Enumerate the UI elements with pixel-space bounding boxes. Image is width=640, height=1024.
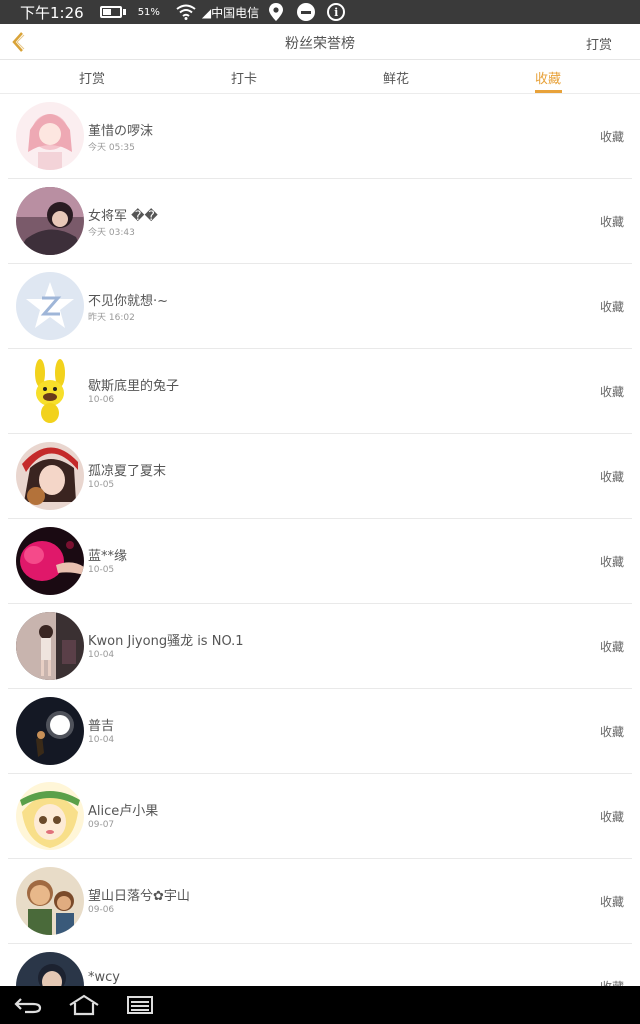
fan-name: 望山日落兮✿宇山 (88, 889, 190, 904)
fan-time: 10-05 (88, 565, 115, 575)
page-title: 粉丝荣誉榜 (285, 36, 355, 52)
list-item[interactable]: 望山日落兮✿宇山 09-06 收藏 (0, 859, 640, 944)
active-tab-indicator (535, 90, 562, 93)
avatar (16, 697, 84, 765)
list-item[interactable]: 孤凉夏了夏末 10-05 收藏 (0, 434, 640, 519)
fan-time: 10-04 (88, 735, 115, 745)
location-icon (269, 3, 284, 21)
wifi-icon (176, 4, 196, 20)
back-icon (14, 998, 42, 1014)
status-bar: 下午1:26 51% ◢中国电信 i (0, 0, 640, 24)
nav-back-button[interactable] (10, 992, 46, 1018)
fan-name: 蓝**缘 (88, 549, 128, 564)
action-label: 收藏 (599, 215, 624, 229)
fan-name: 普吉 (88, 719, 115, 734)
fan-name: 女将军 �� (88, 209, 158, 224)
fan-time: 今天 05:35 (88, 143, 135, 153)
nav-recent-apps-button[interactable] (122, 992, 158, 1018)
info-icon: i (327, 3, 346, 21)
avatar (16, 612, 84, 680)
action-label: 收藏 (599, 640, 624, 654)
list-item[interactable]: 不见你就想·~ 昨天 16:02 收藏 (0, 264, 640, 349)
action-label: 收藏 (599, 470, 624, 484)
list-item[interactable]: 蓝**缘 10-05 收藏 (0, 519, 640, 604)
fan-time: 10-06 (88, 395, 115, 405)
action-label: 收藏 (599, 895, 624, 909)
list-item[interactable]: Kwon Jiyong骚龙 is NO.1 10-04 收藏 (0, 604, 640, 689)
nav-home-button[interactable] (66, 992, 102, 1018)
action-label: 收藏 (599, 725, 624, 739)
action-label: 收藏 (599, 130, 624, 144)
fan-name: 孤凉夏了夏末 (88, 464, 167, 479)
fan-time: 10-04 (88, 650, 115, 660)
reward-button[interactable]: 打赏 (586, 34, 612, 53)
fan-name: *wcy (88, 970, 120, 985)
status-time: 下午1:26 (20, 3, 84, 22)
fan-name: 堇惜の啰沫 (88, 124, 154, 139)
avatar (16, 527, 84, 595)
fan-time: 昨天 16:02 (88, 313, 135, 323)
avatar (16, 102, 84, 170)
fan-list: 堇惜の啰沫 今天 05:35 收藏 女将军 �� 今天 03:43 收藏 不见你… (0, 94, 640, 1024)
tab-favorites[interactable]: 收藏 (535, 68, 561, 87)
fan-name: 不见你就想·~ (88, 294, 169, 309)
fan-time: 今天 03:43 (88, 228, 135, 238)
header: 粉丝荣誉榜 打赏 (0, 24, 640, 59)
list-item[interactable]: 普吉 10-04 收藏 (0, 689, 640, 774)
fan-time: 09-07 (88, 820, 115, 830)
battery-percent: 51% (137, 6, 160, 18)
action-label: 收藏 (599, 810, 624, 824)
fan-name: Kwon Jiyong骚龙 is NO.1 (88, 634, 244, 649)
fan-time: 09-06 (88, 905, 115, 915)
fan-name: 歇斯底里的兔子 (88, 379, 180, 394)
carrier-name: ◢中国电信 (201, 5, 260, 20)
tab-checkin[interactable]: 打卡 (231, 68, 257, 87)
recent-apps-icon (127, 996, 153, 1014)
avatar (16, 442, 84, 510)
fan-time: 10-05 (88, 480, 115, 490)
avatar (16, 187, 84, 255)
battery-icon (99, 6, 126, 18)
action-label: 收藏 (599, 555, 624, 569)
tab-bar: 打赏 打卡 鲜花 收藏 (0, 59, 640, 94)
home-icon (69, 994, 99, 1016)
action-label: 收藏 (599, 300, 624, 314)
list-item[interactable]: Alice卢小果 09-07 收藏 (0, 774, 640, 859)
avatar (16, 867, 84, 935)
list-item[interactable]: 女将军 �� 今天 03:43 收藏 (0, 179, 640, 264)
tab-reward[interactable]: 打赏 (79, 68, 105, 87)
list-item[interactable]: 堇惜の啰沫 今天 05:35 收藏 (0, 94, 640, 179)
do-not-disturb-icon (297, 3, 316, 21)
avatar (16, 357, 84, 425)
system-nav-bar (0, 986, 640, 1024)
avatar (16, 782, 84, 850)
list-item[interactable]: 歇斯底里的兔子 10-06 收藏 (0, 349, 640, 434)
tab-flowers[interactable]: 鲜花 (383, 68, 409, 87)
avatar (16, 272, 84, 340)
fan-name: Alice卢小果 (88, 804, 159, 819)
action-label: 收藏 (599, 385, 624, 399)
